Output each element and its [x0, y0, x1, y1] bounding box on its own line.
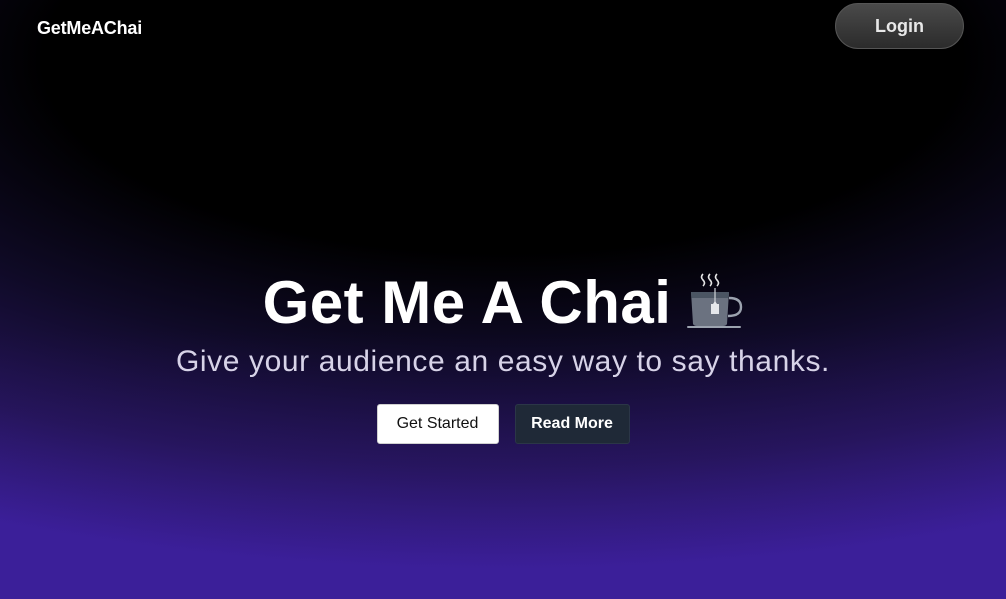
login-button[interactable]: Login: [835, 3, 964, 49]
navbar: GetMeAChai Login: [0, 0, 1006, 56]
tea-cup-icon: [687, 273, 743, 328]
get-started-button[interactable]: Get Started: [376, 404, 499, 444]
hero-section: Get Me A Chai Give your audience an easy…: [0, 270, 1006, 444]
read-more-button[interactable]: Read More: [514, 404, 630, 444]
landing-page: GetMeAChai Login Get Me A Chai Give your…: [0, 0, 1006, 599]
brand-logo[interactable]: GetMeAChai: [37, 18, 142, 39]
hero-actions: Get Started Read More: [0, 404, 1006, 444]
hero-title: Get Me A Chai: [262, 269, 672, 336]
hero-title-row: Get Me A Chai: [0, 270, 1006, 336]
hero-subtitle: Give your audience an easy way to say th…: [175, 345, 830, 378]
